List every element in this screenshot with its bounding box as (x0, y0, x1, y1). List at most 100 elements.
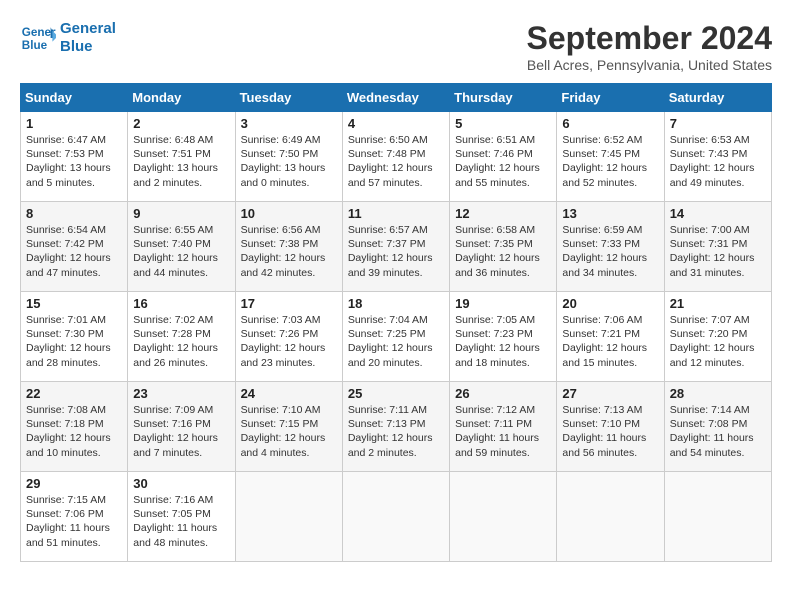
day-number: 25 (348, 386, 444, 401)
day-number: 17 (241, 296, 337, 311)
week-row-2: 8 Sunrise: 6:54 AM Sunset: 7:42 PM Daylig… (21, 202, 772, 292)
week-row-5: 29 Sunrise: 7:15 AM Sunset: 7:06 PM Dayli… (21, 472, 772, 562)
day-info: Sunrise: 6:55 AM Sunset: 7:40 PM Dayligh… (133, 223, 229, 280)
day-header-tuesday: Tuesday (235, 84, 342, 112)
day-number: 22 (26, 386, 122, 401)
calendar-cell: 17 Sunrise: 7:03 AM Sunset: 7:26 PM Dayli… (235, 292, 342, 382)
logo-line1: General (60, 20, 116, 38)
month-title: September 2024 (527, 20, 772, 57)
day-info: Sunrise: 6:51 AM Sunset: 7:46 PM Dayligh… (455, 133, 551, 190)
week-row-1: 1 Sunrise: 6:47 AM Sunset: 7:53 PM Daylig… (21, 112, 772, 202)
calendar-cell (557, 472, 664, 562)
calendar-cell: 29 Sunrise: 7:15 AM Sunset: 7:06 PM Dayli… (21, 472, 128, 562)
day-number: 6 (562, 116, 658, 131)
day-info: Sunrise: 7:12 AM Sunset: 7:11 PM Dayligh… (455, 403, 551, 460)
day-info: Sunrise: 7:14 AM Sunset: 7:08 PM Dayligh… (670, 403, 766, 460)
day-number: 23 (133, 386, 229, 401)
day-info: Sunrise: 6:56 AM Sunset: 7:38 PM Dayligh… (241, 223, 337, 280)
calendar-cell: 20Sunrise: 7:06 AM Sunset: 7:21 PM Dayli… (557, 292, 664, 382)
calendar-cell: 8 Sunrise: 6:54 AM Sunset: 7:42 PM Daylig… (21, 202, 128, 292)
day-number: 29 (26, 476, 122, 491)
day-number: 30 (133, 476, 229, 491)
day-number: 28 (670, 386, 766, 401)
title-block: September 2024 Bell Acres, Pennsylvania,… (527, 20, 772, 73)
day-info: Sunrise: 6:58 AM Sunset: 7:35 PM Dayligh… (455, 223, 551, 280)
calendar-cell: 13Sunrise: 6:59 AM Sunset: 7:33 PM Dayli… (557, 202, 664, 292)
day-info: Sunrise: 6:59 AM Sunset: 7:33 PM Dayligh… (562, 223, 658, 280)
calendar-cell: 12 Sunrise: 6:58 AM Sunset: 7:35 PM Dayli… (450, 202, 557, 292)
calendar-cell (342, 472, 449, 562)
day-number: 4 (348, 116, 444, 131)
calendar-cell: 16 Sunrise: 7:02 AM Sunset: 7:28 PM Dayli… (128, 292, 235, 382)
day-number: 18 (348, 296, 444, 311)
day-number: 2 (133, 116, 229, 131)
day-number: 11 (348, 206, 444, 221)
calendar-cell: 9Sunrise: 6:55 AM Sunset: 7:40 PM Daylig… (128, 202, 235, 292)
logo-icon: General Blue (20, 20, 56, 56)
day-number: 12 (455, 206, 551, 221)
day-number: 7 (670, 116, 766, 131)
calendar-cell: 27Sunrise: 7:13 AM Sunset: 7:10 PM Dayli… (557, 382, 664, 472)
calendar-cell (235, 472, 342, 562)
day-number: 26 (455, 386, 551, 401)
calendar-cell: 22 Sunrise: 7:08 AM Sunset: 7:18 PM Dayli… (21, 382, 128, 472)
calendar-cell: 21 Sunrise: 7:07 AM Sunset: 7:20 PM Dayli… (664, 292, 771, 382)
day-number: 16 (133, 296, 229, 311)
day-info: Sunrise: 6:54 AM Sunset: 7:42 PM Dayligh… (26, 223, 122, 280)
day-info: Sunrise: 6:50 AM Sunset: 7:48 PM Dayligh… (348, 133, 444, 190)
day-number: 10 (241, 206, 337, 221)
calendar-cell: 10 Sunrise: 6:56 AM Sunset: 7:38 PM Dayli… (235, 202, 342, 292)
calendar-cell: 23Sunrise: 7:09 AM Sunset: 7:16 PM Dayli… (128, 382, 235, 472)
day-number: 21 (670, 296, 766, 311)
calendar-cell: 24 Sunrise: 7:10 AM Sunset: 7:15 PM Dayli… (235, 382, 342, 472)
calendar-cell: 1 Sunrise: 6:47 AM Sunset: 7:53 PM Daylig… (21, 112, 128, 202)
day-info: Sunrise: 6:52 AM Sunset: 7:45 PM Dayligh… (562, 133, 658, 190)
day-header-wednesday: Wednesday (342, 84, 449, 112)
day-info: Sunrise: 7:07 AM Sunset: 7:20 PM Dayligh… (670, 313, 766, 370)
day-number: 19 (455, 296, 551, 311)
location: Bell Acres, Pennsylvania, United States (527, 57, 772, 73)
week-row-4: 22 Sunrise: 7:08 AM Sunset: 7:18 PM Dayli… (21, 382, 772, 472)
day-number: 8 (26, 206, 122, 221)
day-header-thursday: Thursday (450, 84, 557, 112)
calendar-cell: 3Sunrise: 6:49 AM Sunset: 7:50 PM Daylig… (235, 112, 342, 202)
logo-line2: Blue (60, 38, 116, 56)
day-info: Sunrise: 7:15 AM Sunset: 7:06 PM Dayligh… (26, 493, 122, 550)
day-info: Sunrise: 7:04 AM Sunset: 7:25 PM Dayligh… (348, 313, 444, 370)
calendar-cell (664, 472, 771, 562)
day-info: Sunrise: 7:11 AM Sunset: 7:13 PM Dayligh… (348, 403, 444, 460)
calendar-cell: 11Sunrise: 6:57 AM Sunset: 7:37 PM Dayli… (342, 202, 449, 292)
day-info: Sunrise: 7:01 AM Sunset: 7:30 PM Dayligh… (26, 313, 122, 370)
calendar-cell: 7 Sunrise: 6:53 AM Sunset: 7:43 PM Daylig… (664, 112, 771, 202)
day-info: Sunrise: 7:02 AM Sunset: 7:28 PM Dayligh… (133, 313, 229, 370)
calendar-cell: 28 Sunrise: 7:14 AM Sunset: 7:08 PM Dayli… (664, 382, 771, 472)
calendar-cell: 15 Sunrise: 7:01 AM Sunset: 7:30 PM Dayli… (21, 292, 128, 382)
calendar-cell: 18 Sunrise: 7:04 AM Sunset: 7:25 PM Dayli… (342, 292, 449, 382)
day-info: Sunrise: 7:13 AM Sunset: 7:10 PM Dayligh… (562, 403, 658, 460)
day-info: Sunrise: 6:49 AM Sunset: 7:50 PM Dayligh… (241, 133, 337, 190)
day-number: 24 (241, 386, 337, 401)
day-info: Sunrise: 7:03 AM Sunset: 7:26 PM Dayligh… (241, 313, 337, 370)
day-number: 1 (26, 116, 122, 131)
calendar-cell (450, 472, 557, 562)
day-header-friday: Friday (557, 84, 664, 112)
day-info: Sunrise: 6:47 AM Sunset: 7:53 PM Dayligh… (26, 133, 122, 190)
calendar-table: SundayMondayTuesdayWednesdayThursdayFrid… (20, 83, 772, 562)
day-info: Sunrise: 7:10 AM Sunset: 7:15 PM Dayligh… (241, 403, 337, 460)
week-row-3: 15 Sunrise: 7:01 AM Sunset: 7:30 PM Dayli… (21, 292, 772, 382)
calendar-cell: 4 Sunrise: 6:50 AM Sunset: 7:48 PM Daylig… (342, 112, 449, 202)
day-header-monday: Monday (128, 84, 235, 112)
day-header-sunday: Sunday (21, 84, 128, 112)
day-info: Sunrise: 6:53 AM Sunset: 7:43 PM Dayligh… (670, 133, 766, 190)
calendar-cell: 25 Sunrise: 7:11 AM Sunset: 7:13 PM Dayli… (342, 382, 449, 472)
svg-text:Blue: Blue (22, 39, 48, 52)
day-info: Sunrise: 7:16 AM Sunset: 7:05 PM Dayligh… (133, 493, 229, 550)
calendar-cell: 30 Sunrise: 7:16 AM Sunset: 7:05 PM Dayli… (128, 472, 235, 562)
day-number: 15 (26, 296, 122, 311)
calendar-cell: 6 Sunrise: 6:52 AM Sunset: 7:45 PM Daylig… (557, 112, 664, 202)
calendar-cell: 19 Sunrise: 7:05 AM Sunset: 7:23 PM Dayli… (450, 292, 557, 382)
day-info: Sunrise: 7:05 AM Sunset: 7:23 PM Dayligh… (455, 313, 551, 370)
day-info: Sunrise: 7:08 AM Sunset: 7:18 PM Dayligh… (26, 403, 122, 460)
calendar-cell: 26 Sunrise: 7:12 AM Sunset: 7:11 PM Dayli… (450, 382, 557, 472)
day-info: Sunrise: 7:06 AM Sunset: 7:21 PM Dayligh… (562, 313, 658, 370)
